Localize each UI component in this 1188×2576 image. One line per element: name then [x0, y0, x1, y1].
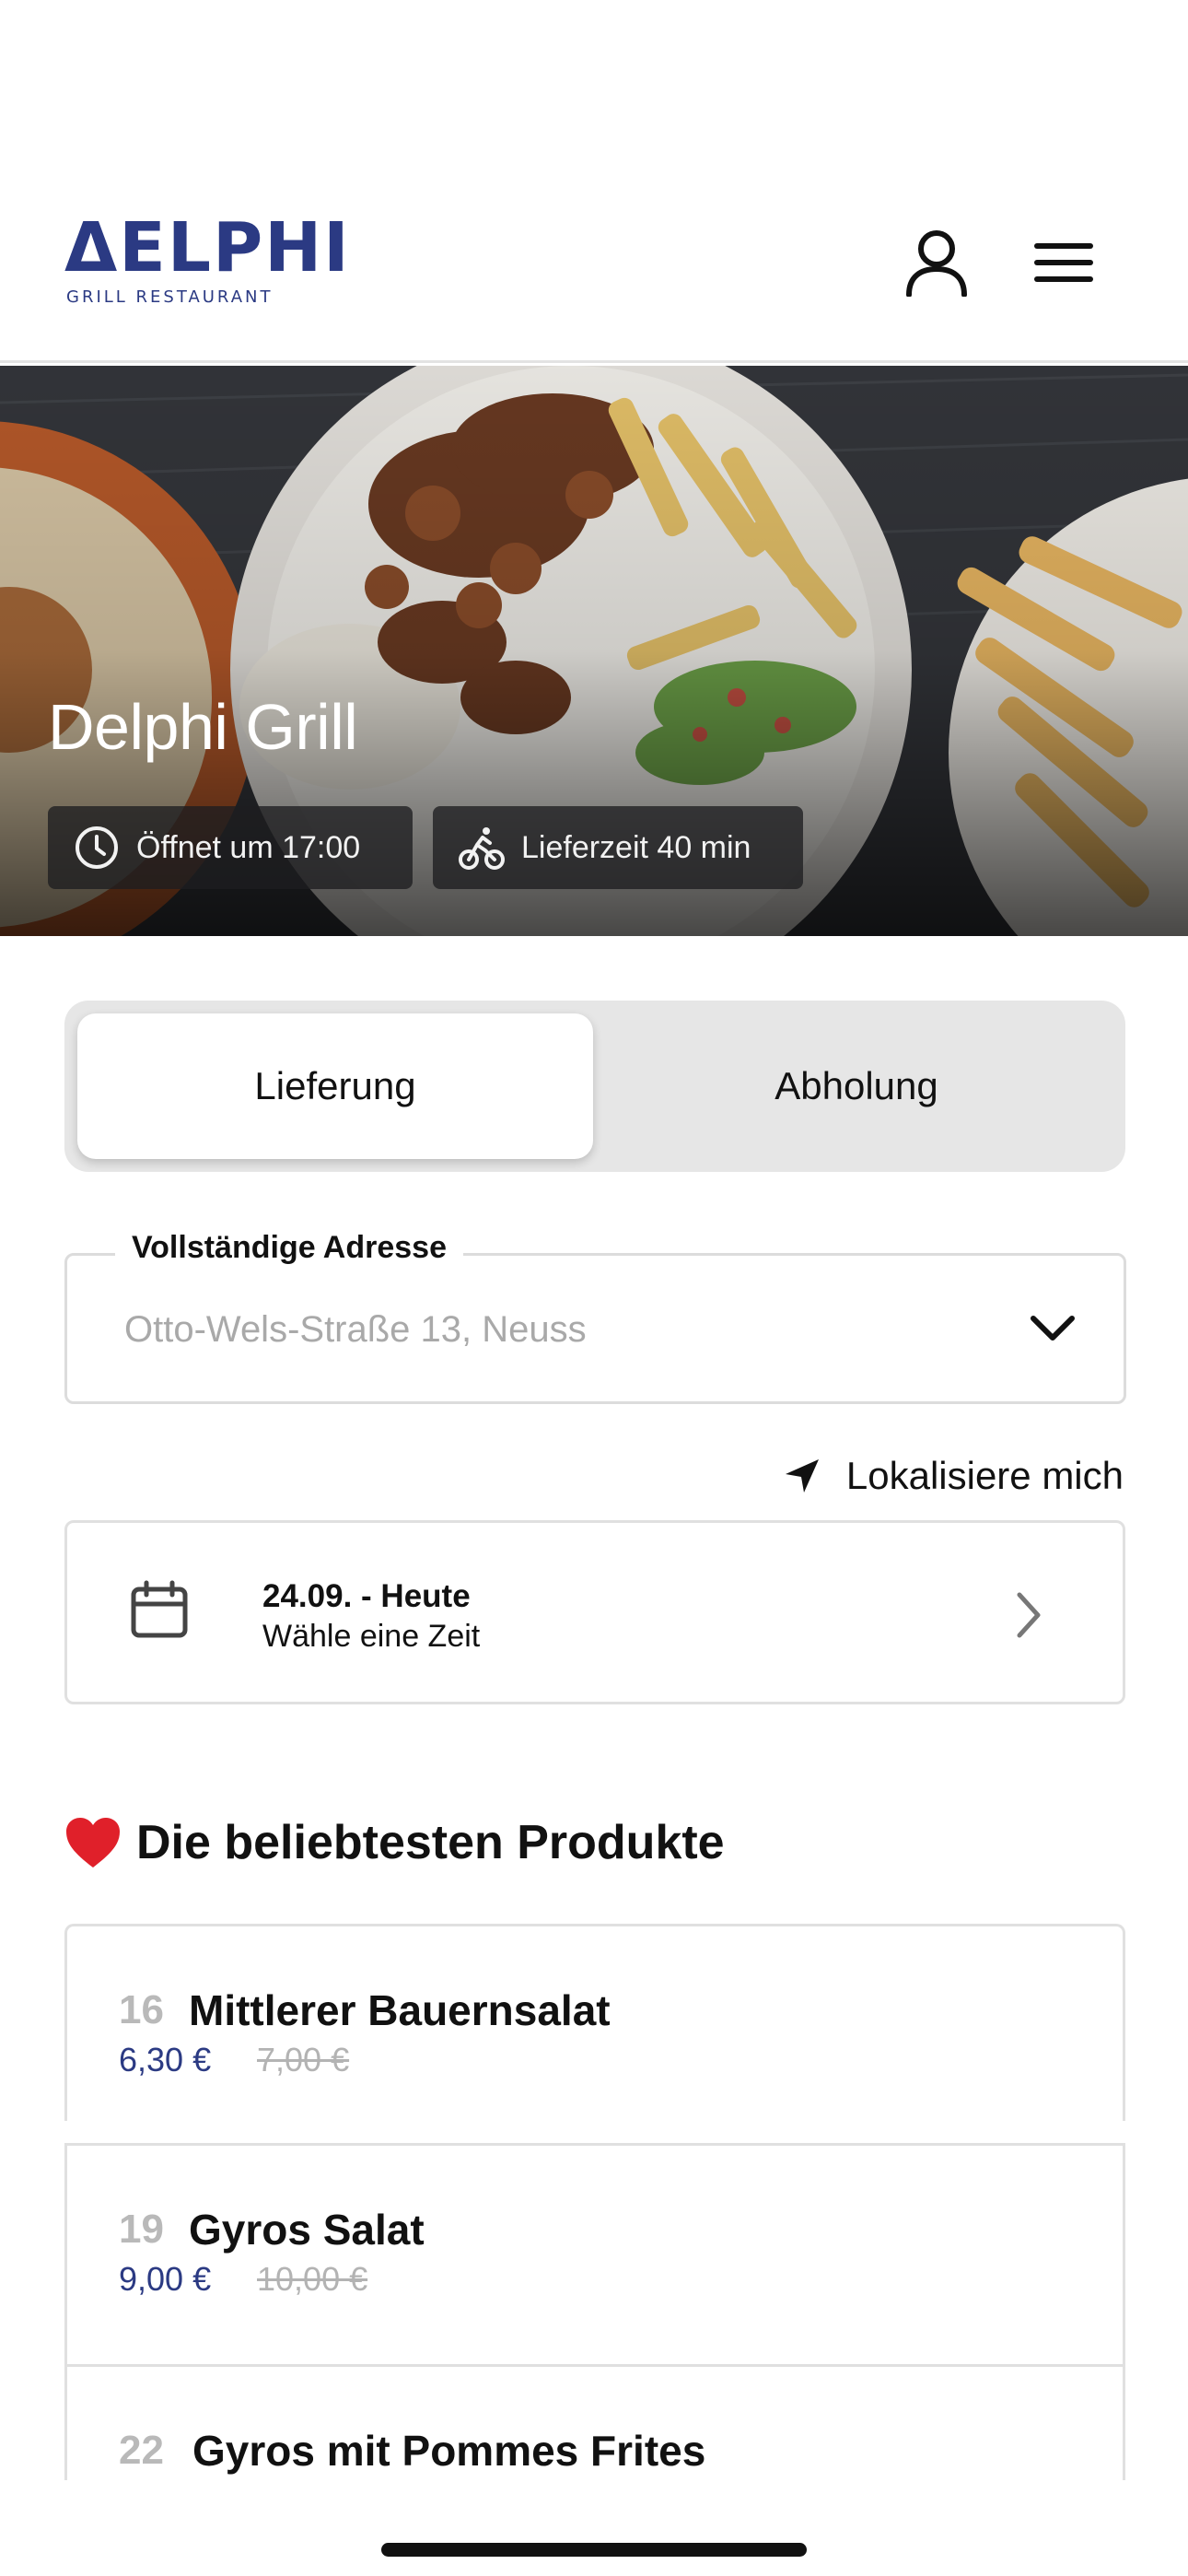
product-number: 16 [119, 1987, 164, 2032]
tab-delivery[interactable]: Lieferung [77, 1013, 593, 1159]
chevron-right-icon [1017, 1592, 1041, 1638]
delivery-time-picker[interactable]: 24.09. - Heute Wähle eine Zeit [64, 1520, 1125, 1704]
logo-subtitle: GRILL RESTAURANT [66, 287, 274, 307]
locate-me-button[interactable]: Lokalisiere mich [784, 1448, 1124, 1504]
address-label: Vollständige Adresse [115, 1230, 463, 1266]
locate-me-label: Lokalisiere mich [845, 1454, 1124, 1497]
bottom-safe-area [0, 2480, 1188, 2576]
date-title: 24.09. - Heute [262, 1578, 471, 1614]
address-field[interactable]: Vollständige Adresse Otto-Wels-Straße 13… [64, 1230, 1126, 1404]
restaurant-name: Delphi Grill [48, 691, 358, 763]
product-number: 22 [119, 2428, 164, 2473]
product-old-price: 10,00 € [257, 2260, 368, 2298]
app-header: ΔELPHI GRILL RESTAURANT [0, 0, 1188, 363]
chevron-down-icon[interactable] [1028, 1304, 1077, 1353]
order-mode-toggle: Lieferung Abholung [64, 1001, 1125, 1172]
product-price: 6,30 € [119, 2041, 212, 2078]
product-card[interactable]: 16 Mittlerer Bauernsalat 6,30 € 7,00 € [64, 1924, 1125, 2121]
user-account-button[interactable] [895, 221, 978, 304]
home-indicator[interactable] [381, 2543, 807, 2557]
delivery-time-chip: Lieferzeit 40 min [433, 806, 803, 889]
delivery-time-text: Lieferzeit 40 min [521, 829, 751, 865]
product-name: Mittlerer Bauernsalat [189, 1986, 611, 2034]
date-subtitle: Wähle eine Zeit [262, 1619, 481, 1654]
product-name: Gyros mit Pommes Frites [192, 2427, 706, 2475]
product-old-price: 7,00 € [257, 2041, 350, 2078]
logo-wordmark: ΔELPHI [64, 208, 351, 287]
product-name: Gyros Salat [189, 2206, 425, 2254]
hamburger-menu-icon [1034, 243, 1093, 282]
opening-time-chip: Öffnet um 17:00 [48, 806, 413, 889]
clock-icon [76, 826, 118, 869]
popular-products-title: Die beliebtesten Produkte [136, 1816, 725, 1869]
menu-button[interactable] [1022, 221, 1105, 304]
address-input[interactable]: Otto-Wels-Straße 13, Neuss [124, 1309, 587, 1351]
restaurant-hero: Delphi Grill Öffnet um 17:00 Lieferzeit … [0, 366, 1188, 936]
product-number: 19 [119, 2207, 164, 2252]
bike-icon [459, 827, 505, 870]
product-card[interactable]: 19 Gyros Salat 9,00 € 10,00 € [64, 2143, 1125, 2364]
tab-pickup[interactable]: Abholung [599, 1013, 1114, 1159]
popular-products-heading: Die beliebtesten Produkte [64, 1815, 725, 1870]
product-card[interactable]: 22 Gyros mit Pommes Frites [64, 2364, 1125, 2488]
user-icon [906, 230, 967, 297]
product-price: 9,00 € [119, 2260, 212, 2298]
heart-icon [66, 1818, 120, 1868]
opening-time-text: Öffnet um 17:00 [136, 829, 361, 865]
delphi-logo[interactable]: ΔELPHI GRILL RESTAURANT [64, 214, 349, 315]
calendar-icon [131, 1580, 188, 1638]
location-arrow-icon [785, 1459, 819, 1493]
